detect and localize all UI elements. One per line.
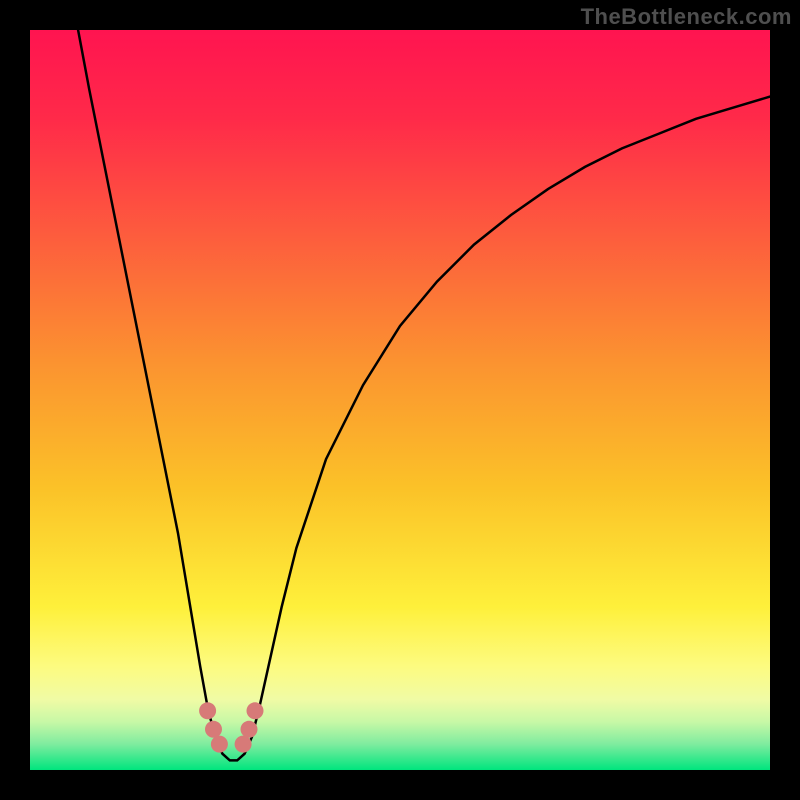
gradient-background	[30, 30, 770, 770]
marker-dot	[241, 721, 258, 738]
marker-dot	[247, 702, 264, 719]
marker-dot	[199, 702, 216, 719]
chart-frame: TheBottleneck.com	[0, 0, 800, 800]
plot-area	[30, 30, 770, 770]
marker-dot	[211, 736, 228, 753]
marker-dot	[235, 736, 252, 753]
marker-dot	[205, 721, 222, 738]
watermark-text: TheBottleneck.com	[581, 4, 792, 30]
chart-svg	[30, 30, 770, 770]
